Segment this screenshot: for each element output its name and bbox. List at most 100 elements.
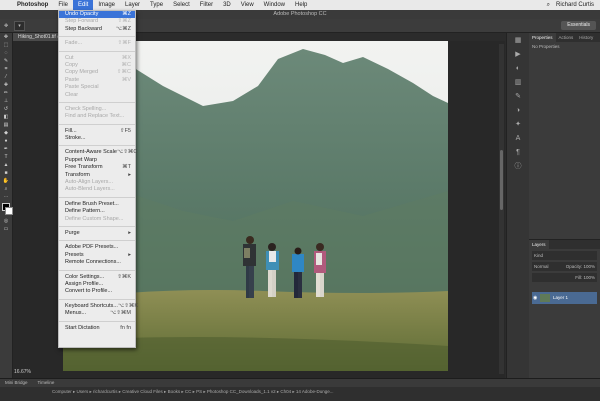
menu-item-color-settings[interactable]: Color Settings... ⇧⌘K: [59, 274, 135, 281]
fill-field[interactable]: Fill: 100%: [532, 273, 597, 282]
menubar-item-view[interactable]: View: [236, 0, 259, 10]
dodge-tool-icon[interactable]: ●: [0, 137, 12, 145]
tab-layers[interactable]: Layers: [529, 240, 549, 249]
pen-tool-icon[interactable]: ✒: [0, 145, 12, 153]
menubar-item-image[interactable]: Image: [93, 0, 120, 10]
menubar-item-layer[interactable]: Layer: [120, 0, 145, 10]
options-field[interactable]: ▾: [14, 20, 25, 31]
quick-mask-icon[interactable]: ◎: [0, 217, 12, 225]
zoom-readout[interactable]: 16.67%: [14, 369, 31, 375]
history-panel-icon[interactable]: ▦: [507, 33, 529, 47]
swatches-panel-icon[interactable]: ▥: [507, 75, 529, 89]
menu-item-assign-profile[interactable]: Assign Profile...: [59, 281, 135, 288]
tab-mini-bridge[interactable]: Mini Bridge: [0, 379, 33, 387]
screen-mode-icon[interactable]: ▭: [0, 225, 12, 233]
menu-item-step-backward[interactable]: Step Backward ⌥⌘Z: [59, 26, 135, 33]
clone-stamp-tool-icon[interactable]: ⊥: [0, 97, 12, 105]
brush-tool-icon[interactable]: ✏: [0, 89, 12, 97]
visibility-eye-icon[interactable]: ◉: [533, 292, 537, 304]
menu-separator: [59, 196, 135, 198]
zoom-tool-icon[interactable]: ⌕: [0, 185, 12, 193]
menu-item-fill[interactable]: Fill... ⇧F5: [59, 128, 135, 135]
menu-item-free-transform[interactable]: Free Transform ⌘T: [59, 164, 135, 171]
gradient-tool-icon[interactable]: ▤: [0, 121, 12, 129]
menu-item-label: Free Transform: [65, 164, 103, 171]
eraser-tool-icon[interactable]: ◧: [0, 113, 12, 121]
paragraph-panel-icon[interactable]: ¶: [507, 145, 529, 159]
background-color-swatch[interactable]: [5, 207, 13, 215]
menubar-item-select[interactable]: Select: [168, 0, 195, 10]
menu-item-stroke[interactable]: Stroke...: [59, 135, 135, 142]
blend-mode-select[interactable]: Normal: [534, 262, 549, 271]
menu-item-transform[interactable]: Transform ▸: [59, 172, 135, 179]
layer-name[interactable]: Layer 1: [553, 292, 568, 304]
menu-item-shortcut: ⇧F5: [119, 127, 131, 134]
more-tools-icon[interactable]: ⋯: [0, 193, 12, 201]
tab-actions[interactable]: Actions: [556, 33, 577, 42]
workspace-switcher[interactable]: Essentials: [561, 21, 596, 30]
info-panel-icon[interactable]: ⓘ: [507, 159, 529, 173]
menu-item-define-pattern[interactable]: Define Pattern...: [59, 208, 135, 215]
styles-panel-icon[interactable]: ✦: [507, 117, 529, 131]
menu-item-remote-connections[interactable]: Remote Connections...: [59, 259, 135, 266]
character-panel-icon[interactable]: A: [507, 131, 529, 145]
menu-item-purge[interactable]: Purge ▸: [59, 230, 135, 237]
menu-item-adobe-pdf-presets[interactable]: Adobe PDF Presets...: [59, 244, 135, 251]
actions-panel-icon[interactable]: ▶: [507, 47, 529, 61]
menubar-item-filter[interactable]: Filter: [195, 0, 218, 10]
menu-item-label: Transform: [65, 171, 90, 178]
menu-item-shortcut: ⇧⌘K: [117, 273, 131, 280]
tab-properties[interactable]: Properties: [529, 33, 556, 42]
menu-item-menus[interactable]: Menus... ⌥⇧⌘M: [59, 310, 135, 317]
menu-separator: [59, 225, 135, 227]
tab-timeline[interactable]: Timeline: [33, 379, 60, 387]
menubar-item-type[interactable]: Type: [145, 0, 168, 10]
brush-panel-icon[interactable]: ✎: [507, 89, 529, 103]
history-brush-tool-icon[interactable]: ↺: [0, 105, 12, 113]
path-breadcrumb[interactable]: Computer ▸ Users ▸ richardcurtis ▸ Creat…: [0, 387, 600, 397]
marquee-tool-icon[interactable]: ⬚: [0, 41, 12, 49]
lasso-tool-icon[interactable]: ◌: [0, 49, 12, 57]
blur-tool-icon[interactable]: ◆: [0, 129, 12, 137]
menubar-item-3d[interactable]: 3D: [218, 0, 236, 10]
search-icon[interactable]: ⌕: [547, 0, 550, 10]
menubar-item-photoshop[interactable]: Photoshop: [12, 0, 53, 10]
menu-item-keyboard-shortcuts[interactable]: Keyboard Shortcuts... ⌥⇧⌘K: [59, 303, 138, 310]
scrollbar-thumb[interactable]: [500, 150, 503, 210]
opacity-field[interactable]: Opacity: 100%: [566, 262, 595, 271]
crop-tool-icon[interactable]: ⌗: [0, 65, 12, 73]
menubar-item-window[interactable]: Window: [259, 0, 290, 10]
menu-item-label: Auto-Align Layers...: [65, 179, 113, 186]
adjustments-panel-icon[interactable]: ◑: [507, 103, 529, 117]
tab-history[interactable]: History: [576, 33, 596, 42]
quick-select-tool-icon[interactable]: ✎: [0, 57, 12, 65]
menu-separator: [59, 123, 135, 125]
type-tool-icon[interactable]: T: [0, 153, 12, 161]
layer-row[interactable]: ◉ Layer 1: [532, 292, 597, 304]
color-panel-icon[interactable]: ◐: [507, 61, 529, 75]
menu-item-define-brush-preset[interactable]: Define Brush Preset...: [59, 201, 135, 208]
color-swatches[interactable]: [0, 201, 13, 217]
hand-tool-icon[interactable]: ✋: [0, 177, 12, 185]
panel-icon-strip: ▦ ▶ ◐ ▥ ✎ ◑ ✦ A ¶ ⓘ: [506, 33, 530, 378]
shape-tool-icon[interactable]: ■: [0, 169, 12, 177]
healing-brush-tool-icon[interactable]: ✚: [0, 81, 12, 89]
menu-item-label: Step Forward: [65, 18, 99, 25]
menu-item-presets[interactable]: Presets ▸: [59, 252, 135, 259]
menu-item-convert-to-profile[interactable]: Convert to Profile...: [59, 288, 135, 295]
menubar-item-edit[interactable]: Edit: [73, 0, 94, 10]
eyedropper-tool-icon[interactable]: ⁄: [0, 73, 12, 81]
path-selection-tool-icon[interactable]: ▲: [0, 161, 12, 169]
menu-item-start-dictation[interactable]: Start Dictation fn fn: [59, 325, 135, 332]
menu-item-label: Puppet Warp: [65, 156, 97, 163]
move-tool-icon[interactable]: ✥: [4, 23, 8, 29]
menubar-item-help[interactable]: Help: [290, 0, 312, 10]
menu-item-content-aware-scale[interactable]: Content-Aware Scale ⌥⇧⌘C: [59, 149, 137, 156]
move-tool-icon[interactable]: ✥: [0, 33, 12, 41]
layer-kind-filter[interactable]: Kind: [532, 251, 597, 260]
user-name[interactable]: Richard Curtis: [556, 0, 594, 10]
menu-item-auto-align-layers: Auto-Align Layers...: [59, 179, 135, 186]
menubar-item-file[interactable]: File: [53, 0, 73, 10]
menu-item-shortcut: ⇧⌘C: [116, 69, 131, 76]
menu-separator: [59, 145, 135, 147]
